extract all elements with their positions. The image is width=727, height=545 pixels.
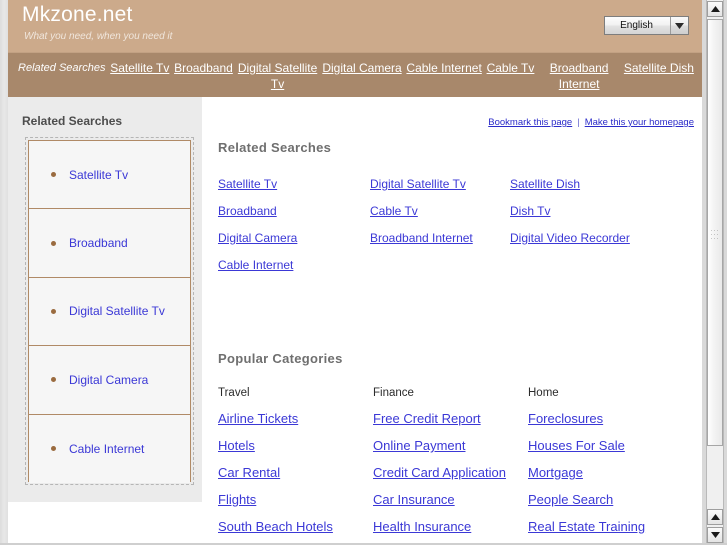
pc-column-title-finance: Finance bbox=[373, 387, 414, 399]
rs-link-digital-satellite-tv[interactable]: Digital Satellite Tv bbox=[370, 177, 510, 191]
pc-link-real-estate-training[interactable]: Real Estate Training bbox=[528, 519, 698, 534]
bullet-dot-icon bbox=[51, 377, 56, 383]
bullet-dot-icon bbox=[51, 446, 56, 452]
pc-link-foreclosures[interactable]: Foreclosures bbox=[528, 411, 698, 426]
pc-column-title-home: Home bbox=[528, 387, 559, 399]
nav-item-broadband[interactable]: Broadband bbox=[174, 60, 233, 76]
language-select[interactable]: English bbox=[604, 16, 689, 35]
pc-column-title-travel: Travel bbox=[218, 387, 250, 399]
bullet-dot-icon bbox=[51, 172, 56, 178]
navbar-items: Related Searches Satellite Tv Broadband … bbox=[18, 53, 694, 98]
rs-link-digital-video-recorder[interactable]: Digital Video Recorder bbox=[510, 231, 688, 245]
related-searches-navbar: Related Searches Satellite Tv Broadband … bbox=[8, 52, 702, 98]
sidebar: Related Searches Satellite Tv Broadband … bbox=[8, 97, 202, 502]
page-left-gutter-shading bbox=[0, 0, 8, 545]
popular-categories-heading: Popular Categories bbox=[218, 351, 343, 366]
main-content: Bookmark this page | Make this your homepa… bbox=[202, 97, 702, 545]
rs-link-satellite-tv[interactable]: Satellite Tv bbox=[218, 177, 370, 191]
sidebar-item-digital-camera[interactable]: Digital Camera bbox=[29, 346, 190, 415]
pc-link-mortgage[interactable]: Mortgage bbox=[528, 465, 698, 480]
triangle-up-icon bbox=[710, 6, 720, 12]
site-title: Mkzone.net bbox=[22, 3, 133, 26]
navbar-label: Related Searches bbox=[18, 62, 106, 74]
sidebar-item-broadband[interactable]: Broadband bbox=[29, 209, 190, 278]
chevron-down-icon bbox=[670, 17, 688, 34]
bullet-dot-icon bbox=[51, 240, 56, 246]
rs-link-broadband[interactable]: Broadband bbox=[218, 204, 370, 218]
rs-link-cable-internet[interactable]: Cable Internet bbox=[218, 258, 370, 272]
nav-item-digital-satellite-tv[interactable]: Digital Satellite Tv bbox=[238, 60, 318, 92]
pc-link-health-insurance[interactable]: Health Insurance bbox=[373, 519, 528, 534]
rs-link-dish-tv[interactable]: Dish Tv bbox=[510, 204, 688, 218]
sidebar-item-label: Cable Internet bbox=[69, 441, 145, 456]
related-searches-links: Satellite Tv Digital Satellite Tv Satell… bbox=[218, 177, 688, 272]
triangle-down-icon bbox=[710, 532, 720, 538]
sidebar-title: Related Searches bbox=[22, 114, 123, 128]
scrollbar-thumb-grip bbox=[711, 230, 719, 239]
nav-item-digital-camera[interactable]: Digital Camera bbox=[322, 60, 401, 76]
bookmark-this-page-link[interactable]: Bookmark this page bbox=[488, 117, 572, 128]
related-searches-heading: Related Searches bbox=[218, 140, 332, 155]
scrollbar-down-button[interactable] bbox=[707, 527, 723, 543]
pc-link-people-search[interactable]: People Search bbox=[528, 492, 698, 507]
pc-link-credit-card-application[interactable]: Credit Card Application bbox=[373, 465, 528, 480]
triangle-up-icon bbox=[710, 514, 720, 520]
vertical-scrollbar[interactable] bbox=[702, 0, 727, 545]
nav-item-satellite-tv[interactable]: Satellite Tv bbox=[110, 60, 169, 76]
sidebar-list: Satellite Tv Broadband Digital Satellite… bbox=[28, 140, 191, 483]
language-select-value: English bbox=[620, 20, 653, 31]
rs-link-cable-tv[interactable]: Cable Tv bbox=[370, 204, 510, 218]
nav-item-cable-internet[interactable]: Cable Internet bbox=[406, 60, 481, 76]
pc-link-airline-tickets[interactable]: Airline Tickets bbox=[218, 411, 373, 426]
pc-link-south-beach-hotels[interactable]: South Beach Hotels bbox=[218, 519, 373, 534]
utility-links-separator: | bbox=[577, 117, 580, 128]
pc-link-houses-for-sale[interactable]: Houses For Sale bbox=[528, 438, 698, 453]
pc-link-hotels[interactable]: Hotels bbox=[218, 438, 373, 453]
site-header: Mkzone.net What you need, when you need … bbox=[8, 0, 702, 52]
pc-link-online-payment[interactable]: Online Payment bbox=[373, 438, 528, 453]
utility-links: Bookmark this page | Make this your homepa… bbox=[488, 117, 694, 128]
nav-item-cable-tv[interactable]: Cable Tv bbox=[487, 60, 535, 76]
make-homepage-link[interactable]: Make this your homepage bbox=[585, 117, 694, 128]
scrollbar-up-button-top[interactable] bbox=[707, 1, 723, 17]
sidebar-item-label: Digital Satellite Tv bbox=[69, 304, 165, 319]
sidebar-item-label: Broadband bbox=[69, 236, 128, 251]
pc-link-car-rental[interactable]: Car Rental bbox=[218, 465, 373, 480]
sidebar-item-label: Digital Camera bbox=[69, 372, 149, 387]
nav-item-satellite-dish[interactable]: Satellite Dish bbox=[624, 60, 694, 76]
pc-link-free-credit-report[interactable]: Free Credit Report bbox=[373, 411, 528, 426]
rs-link-digital-camera[interactable]: Digital Camera bbox=[218, 231, 370, 245]
scrollbar-thumb[interactable] bbox=[707, 19, 723, 446]
scrollbar-up-button-bottom[interactable] bbox=[707, 509, 723, 525]
page-left-gutter bbox=[0, 0, 8, 545]
site-tagline: What you need, when you need it bbox=[24, 31, 173, 42]
popular-categories-grid: Travel Finance Home Airline Tickets Free… bbox=[218, 387, 698, 534]
page-root: Mkzone.net What you need, when you need … bbox=[0, 0, 727, 545]
rs-link-broadband-internet[interactable]: Broadband Internet bbox=[370, 231, 510, 245]
rs-link-satellite-dish[interactable]: Satellite Dish bbox=[510, 177, 688, 191]
pc-link-car-insurance[interactable]: Car Insurance bbox=[373, 492, 528, 507]
sidebar-item-cable-internet[interactable]: Cable Internet bbox=[29, 414, 190, 483]
sidebar-item-digital-satellite-tv[interactable]: Digital Satellite Tv bbox=[29, 277, 190, 347]
bullet-dot-icon bbox=[51, 308, 56, 314]
pc-link-flights[interactable]: Flights bbox=[218, 492, 373, 507]
sidebar-ad-frame: Satellite Tv Broadband Digital Satellite… bbox=[25, 137, 194, 485]
sidebar-item-label: Satellite Tv bbox=[69, 167, 129, 182]
nav-item-broadband-internet[interactable]: Broadband Internet bbox=[539, 60, 619, 92]
sidebar-item-satellite-tv[interactable]: Satellite Tv bbox=[29, 141, 190, 210]
